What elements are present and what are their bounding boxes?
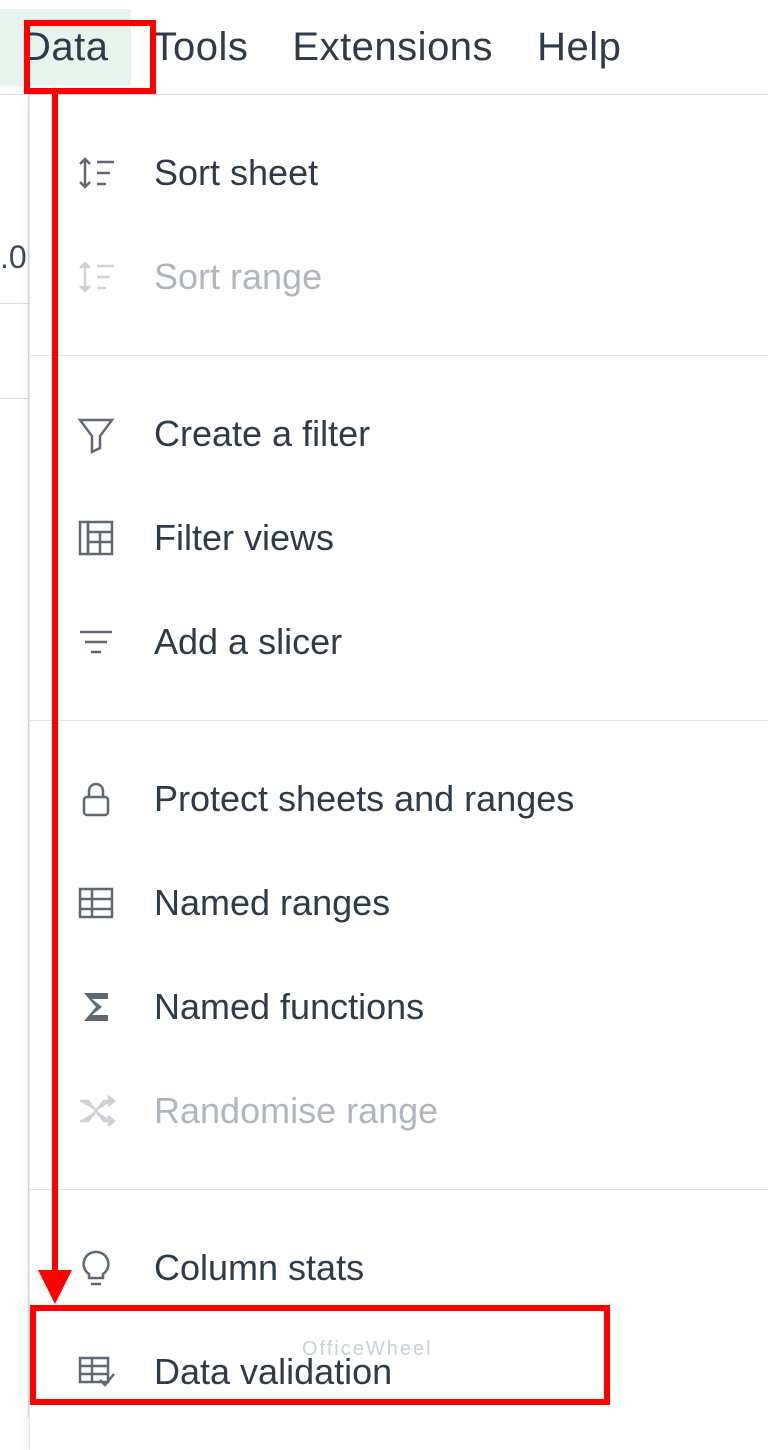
menuitem-label: Protect sheets and ranges [154, 781, 574, 817]
menuitem-protect-sheets[interactable]: Protect sheets and ranges [30, 747, 768, 851]
dropdown-section-sort: Sort sheet Sort range [30, 95, 768, 356]
menuitem-label: Column stats [154, 1250, 364, 1286]
sigma-icon [74, 985, 118, 1029]
menuitem-label: Named ranges [154, 885, 390, 921]
menuitem-label: Data validation [154, 1354, 392, 1390]
left-strip: .0 [0, 95, 29, 1417]
menuitem-label: Create a filter [154, 416, 370, 452]
bulb-icon [74, 1246, 118, 1290]
menu-tools[interactable]: Tools [131, 9, 271, 86]
left-stub-text: .0 [0, 239, 27, 276]
shuffle-icon [74, 1089, 118, 1133]
menuitem-named-functions[interactable]: Named functions [30, 955, 768, 1059]
dropdown-section-filter: Create a filter Filter views Add a slice… [30, 356, 768, 721]
dropdown-section-stats: Column stats Data validation [30, 1190, 768, 1450]
menuitem-column-stats[interactable]: Column stats [30, 1216, 768, 1320]
menuitem-sort-sheet[interactable]: Sort sheet [30, 121, 768, 225]
slicer-icon [74, 620, 118, 664]
menuitem-add-slicer[interactable]: Add a slicer [30, 590, 768, 694]
filter-views-icon [74, 516, 118, 560]
menuitem-label: Sort sheet [154, 155, 318, 191]
named-ranges-icon [74, 881, 118, 925]
menubar: Data Tools Extensions Help [0, 0, 768, 95]
dropdown-section-ranges: Protect sheets and ranges Named ranges N… [30, 721, 768, 1190]
filter-icon [74, 412, 118, 456]
sort-sheet-icon [74, 151, 118, 195]
menuitem-sort-range: Sort range [30, 225, 768, 329]
menu-help[interactable]: Help [515, 9, 643, 86]
menuitem-label: Named functions [154, 989, 424, 1025]
data-validation-icon [74, 1350, 118, 1394]
sort-range-icon [74, 255, 118, 299]
menuitem-named-ranges[interactable]: Named ranges [30, 851, 768, 955]
menuitem-create-filter[interactable]: Create a filter [30, 382, 768, 486]
menuitem-filter-views[interactable]: Filter views [30, 486, 768, 590]
menu-data[interactable]: Data [0, 9, 131, 86]
lock-icon [74, 777, 118, 821]
menuitem-label: Filter views [154, 520, 334, 556]
menuitem-data-validation[interactable]: Data validation [30, 1320, 768, 1424]
menuitem-randomise-range: Randomise range [30, 1059, 768, 1163]
data-dropdown: Sort sheet Sort range Create a filter Fi… [29, 95, 768, 1450]
menuitem-label: Add a slicer [154, 624, 342, 660]
menuitem-label: Randomise range [154, 1093, 438, 1129]
menu-extensions[interactable]: Extensions [270, 9, 515, 86]
menuitem-label: Sort range [154, 259, 322, 295]
